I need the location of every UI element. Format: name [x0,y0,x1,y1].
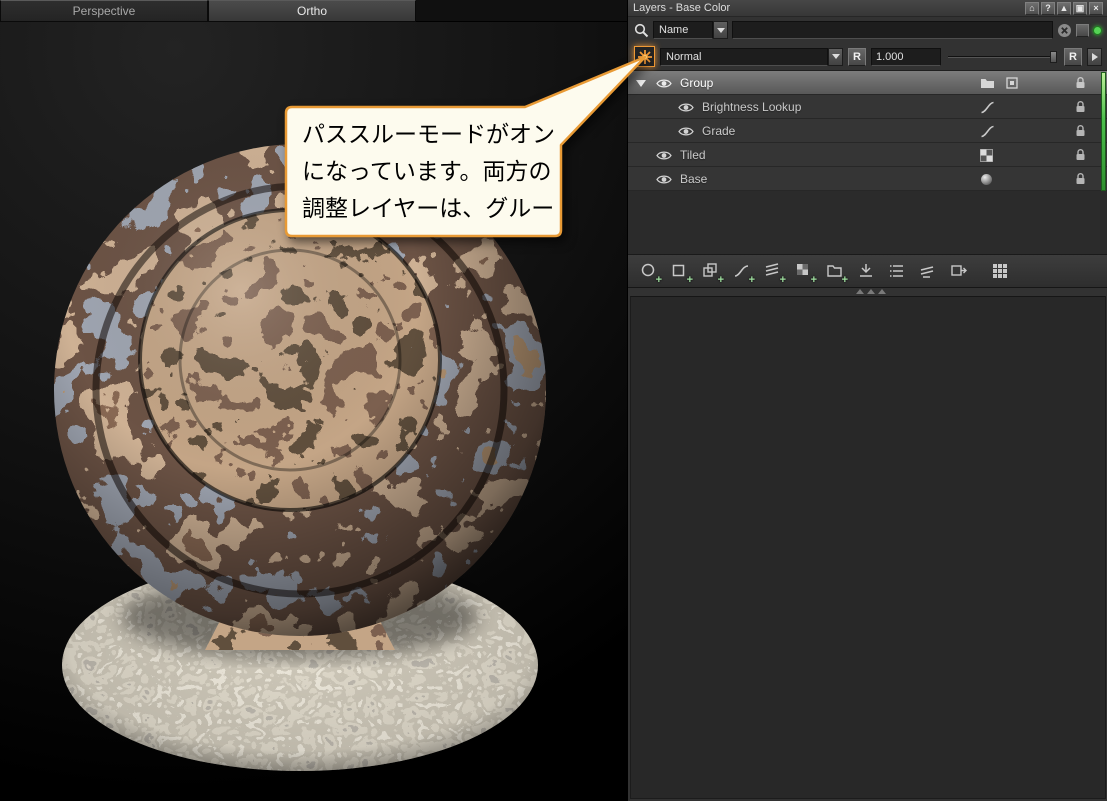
expander-icon[interactable] [636,80,646,87]
search-input[interactable] [732,21,1053,39]
layer-name: Grade [702,124,735,138]
visibility-eye-icon[interactable] [656,78,672,89]
close-icon[interactable]: × [1089,2,1103,15]
add-group-icon[interactable]: + [822,258,848,284]
cache-icon [1006,77,1018,89]
home-icon[interactable]: ⌂ [1025,2,1039,15]
lock-icon[interactable] [1075,172,1086,185]
copy-layer-icon[interactable]: + [698,258,724,284]
visibility-eye-icon[interactable] [678,102,694,113]
layer-row-base[interactable]: Base [628,167,1107,191]
clear-search-icon[interactable] [1057,23,1072,38]
lock-icon[interactable] [1075,148,1086,161]
checker-icon [980,149,993,162]
layer-row-brightness-lookup[interactable]: Brightness Lookup [628,95,1107,119]
search-icon [634,23,649,38]
collapse-icon[interactable]: ▲ [1057,2,1071,15]
blend-mode-value[interactable]: Normal [660,48,828,66]
chevron-down-icon[interactable] [713,21,728,39]
layers-toolbar: + + + + + + + [628,254,1107,288]
lock-icon[interactable] [1075,76,1086,89]
lock-icon[interactable] [1075,124,1086,137]
reset-opacity-button[interactable]: R [1064,48,1082,66]
filter-row: Name [628,17,1107,43]
viewport-tabbar: Perspective Ortho [0,0,627,22]
visibility-eye-icon[interactable] [678,126,694,137]
shader-ball-render [0,22,627,801]
swatch-button[interactable] [1076,24,1089,37]
layer-row-tiled[interactable]: Tiled [628,143,1107,167]
merge-layers-icon[interactable] [853,258,879,284]
slider-handle[interactable] [1050,51,1057,63]
slider-groove [948,56,1057,58]
layer-row-grade[interactable]: Grade [628,119,1107,143]
add-layer-icon[interactable]: + [636,258,662,284]
tab-ortho[interactable]: Ortho [208,0,416,22]
viewport-3d[interactable]: Perspective Ortho [0,0,627,801]
tab-perspective[interactable]: Perspective [0,0,208,22]
layer-list-scrollbar[interactable] [1101,72,1106,191]
add-channel-layer-icon[interactable]: + [667,258,693,284]
layer-name: Tiled [680,148,706,162]
panel-resize-grip[interactable] [856,289,886,294]
grid-view-icon[interactable] [987,258,1013,284]
panel-window-controls: ⌂ ? ▲ ▣ × [1025,2,1103,15]
layer-name: Group [680,76,713,90]
status-green-light [1093,26,1102,35]
opacity-slider[interactable] [946,47,1059,67]
visibility-eye-icon[interactable] [656,150,672,161]
filter-field-combo[interactable]: Name [653,21,728,39]
application-window: Perspective Ortho [0,0,1107,801]
float-icon[interactable]: ▣ [1073,2,1087,15]
remove-layers-icon[interactable] [915,258,941,284]
passthrough-toggle-button[interactable] [634,46,655,67]
lock-icon[interactable] [1075,100,1086,113]
layers-panel: Layers - Base Color ⌂ ? ▲ ▣ × Name [627,0,1107,801]
layer-row-group[interactable]: Group [628,71,1107,95]
chevron-down-icon[interactable] [828,48,843,66]
visibility-eye-icon[interactable] [656,174,672,185]
folder-icon [980,77,995,89]
panel-titlebar[interactable]: Layers - Base Color ⌂ ? ▲ ▣ × [628,0,1107,17]
sphere-icon [980,173,993,186]
reset-blend-button[interactable]: R [848,48,866,66]
layer-name: Brightness Lookup [702,100,801,114]
filter-field-label[interactable]: Name [653,21,713,39]
panel-title: Layers - Base Color [633,2,730,14]
curve-icon [980,101,995,114]
advance-arrow-button[interactable] [1087,48,1102,66]
curve-icon [980,125,995,138]
transfer-layer-icon[interactable] [946,258,972,284]
layer-list-icon[interactable] [884,258,910,284]
blend-row: Normal R R [628,43,1107,71]
layer-list: Group Brightness Lookup [628,71,1107,254]
panel-empty-area [630,296,1106,799]
add-adjustment-layer-icon[interactable]: + [729,258,755,284]
layer-name: Base [680,172,707,186]
add-adjustment-stack-icon[interactable]: + [760,258,786,284]
blend-mode-combo[interactable]: Normal [660,48,843,66]
opacity-input[interactable] [871,48,941,66]
passthrough-icon [637,49,653,65]
add-procedural-layer-icon[interactable]: + [791,258,817,284]
help-icon[interactable]: ? [1041,2,1055,15]
